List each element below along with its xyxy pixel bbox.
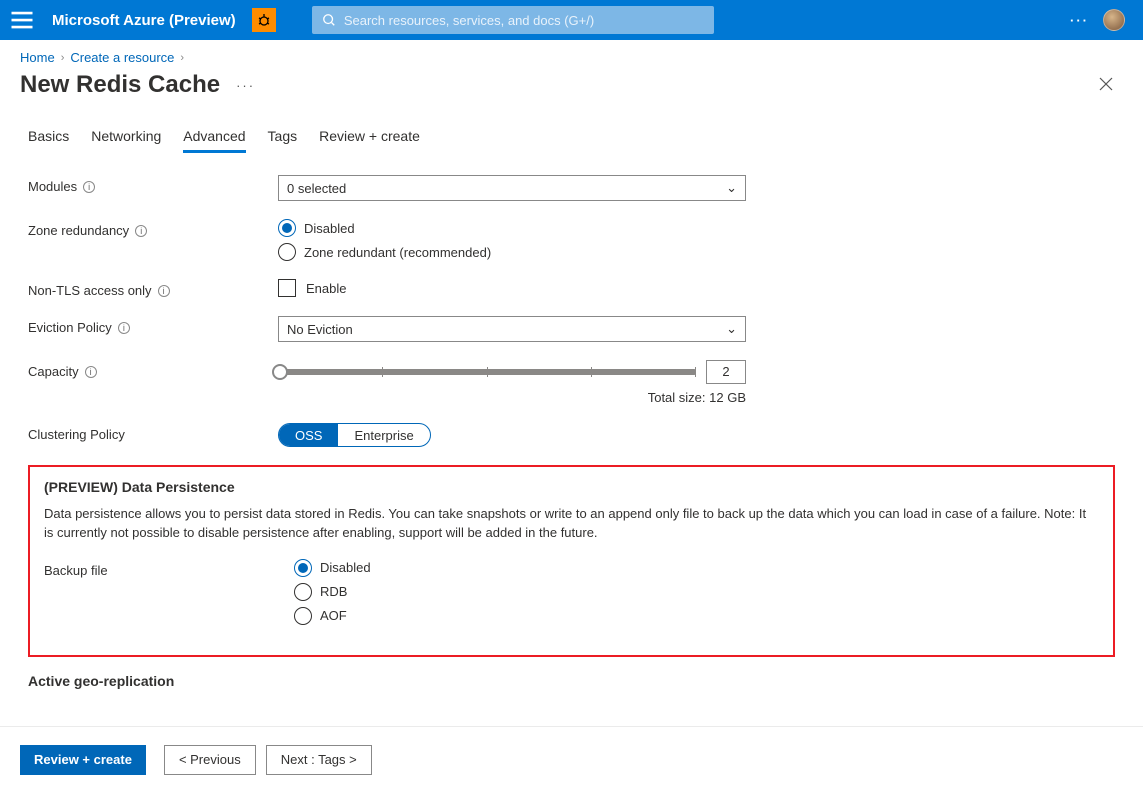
data-persistence-heading: (PREVIEW) Data Persistence — [44, 479, 1099, 495]
azure-topbar: Microsoft Azure (Preview) Search resourc… — [0, 0, 1143, 40]
content-scroll-area[interactable]: Basics Networking Advanced Tags Review +… — [0, 118, 1143, 726]
review-create-button[interactable]: Review + create — [20, 745, 146, 775]
tabs: Basics Networking Advanced Tags Review +… — [28, 128, 1115, 153]
hamburger-menu-icon[interactable] — [8, 6, 36, 34]
clustering-oss-option[interactable]: OSS — [279, 424, 338, 446]
clustering-enterprise-option[interactable]: Enterprise — [338, 424, 429, 446]
radio-icon — [278, 219, 296, 237]
chevron-down-icon: ⌄ — [726, 321, 737, 337]
breadcrumb: Home › Create a resource › — [0, 40, 1143, 69]
search-placeholder-text: Search resources, services, and docs (G+… — [344, 13, 594, 28]
backup-radio-aof[interactable]: AOF — [294, 607, 762, 625]
user-avatar[interactable] — [1103, 9, 1125, 31]
preview-bug-icon[interactable] — [252, 8, 276, 32]
radio-icon — [294, 583, 312, 601]
backup-file-label: Backup file — [44, 559, 294, 578]
backup-radio-disabled[interactable]: Disabled — [294, 559, 762, 577]
tab-advanced[interactable]: Advanced — [183, 128, 245, 153]
zone-radio-disabled[interactable]: Disabled — [278, 219, 746, 237]
eviction-dropdown-value: No Eviction — [287, 322, 353, 337]
more-menu-icon[interactable]: ··· — [1070, 13, 1089, 28]
radio-icon — [294, 559, 312, 577]
active-geo-replication-heading: Active geo-replication — [28, 665, 1115, 689]
backup-radio-rdb[interactable]: RDB — [294, 583, 762, 601]
global-search-input[interactable]: Search resources, services, and docs (G+… — [312, 6, 714, 34]
brand-title[interactable]: Microsoft Azure (Preview) — [52, 12, 236, 29]
tab-tags[interactable]: Tags — [268, 128, 298, 153]
modules-label: Modules i — [28, 175, 278, 194]
tab-review-create[interactable]: Review + create — [319, 128, 420, 153]
info-icon[interactable]: i — [158, 285, 170, 297]
breadcrumb-home[interactable]: Home — [20, 50, 55, 65]
chevron-right-icon: › — [61, 52, 65, 64]
close-icon[interactable] — [1099, 77, 1113, 94]
radio-icon — [278, 243, 296, 261]
modules-dropdown[interactable]: 0 selected ⌄ — [278, 175, 746, 201]
title-row: New Redis Cache ··· — [0, 69, 1143, 115]
clustering-policy-toggle: OSS Enterprise — [278, 423, 431, 447]
eviction-policy-label: Eviction Policy i — [28, 316, 278, 335]
zone-radio-recommended[interactable]: Zone redundant (recommended) — [278, 243, 746, 261]
slider-thumb[interactable] — [272, 364, 288, 380]
eviction-policy-dropdown[interactable]: No Eviction ⌄ — [278, 316, 746, 342]
page-title: New Redis Cache — [20, 71, 220, 99]
capacity-slider[interactable] — [278, 369, 696, 375]
info-icon[interactable]: i — [85, 366, 97, 378]
tab-basics[interactable]: Basics — [28, 128, 69, 153]
clustering-policy-label: Clustering Policy — [28, 423, 278, 442]
data-persistence-section: (PREVIEW) Data Persistence Data persiste… — [28, 465, 1115, 657]
nontls-enable-checkbox[interactable]: Enable — [278, 279, 746, 297]
data-persistence-description: Data persistence allows you to persist d… — [44, 505, 1099, 543]
next-button[interactable]: Next : Tags > — [266, 745, 372, 775]
capacity-value-input[interactable]: 2 — [706, 360, 746, 384]
radio-icon — [294, 607, 312, 625]
title-more-icon[interactable]: ··· — [236, 78, 255, 93]
breadcrumb-create-resource[interactable]: Create a resource — [70, 50, 174, 65]
info-icon[interactable]: i — [118, 322, 130, 334]
zone-redundancy-label: Zone redundancy i — [28, 219, 278, 238]
info-icon[interactable]: i — [83, 181, 95, 193]
tab-networking[interactable]: Networking — [91, 128, 161, 153]
capacity-label: Capacity i — [28, 360, 278, 379]
wizard-footer: Review + create < Previous Next : Tags > — [0, 726, 1143, 792]
previous-button[interactable]: < Previous — [164, 745, 256, 775]
checkbox-icon — [278, 279, 296, 297]
info-icon[interactable]: i — [135, 225, 147, 237]
nontls-label: Non-TLS access only i — [28, 279, 278, 298]
capacity-total-size: Total size: 12 GB — [278, 390, 746, 405]
chevron-down-icon: ⌄ — [726, 180, 737, 196]
chevron-right-icon: › — [180, 52, 184, 64]
modules-dropdown-value: 0 selected — [287, 181, 346, 196]
